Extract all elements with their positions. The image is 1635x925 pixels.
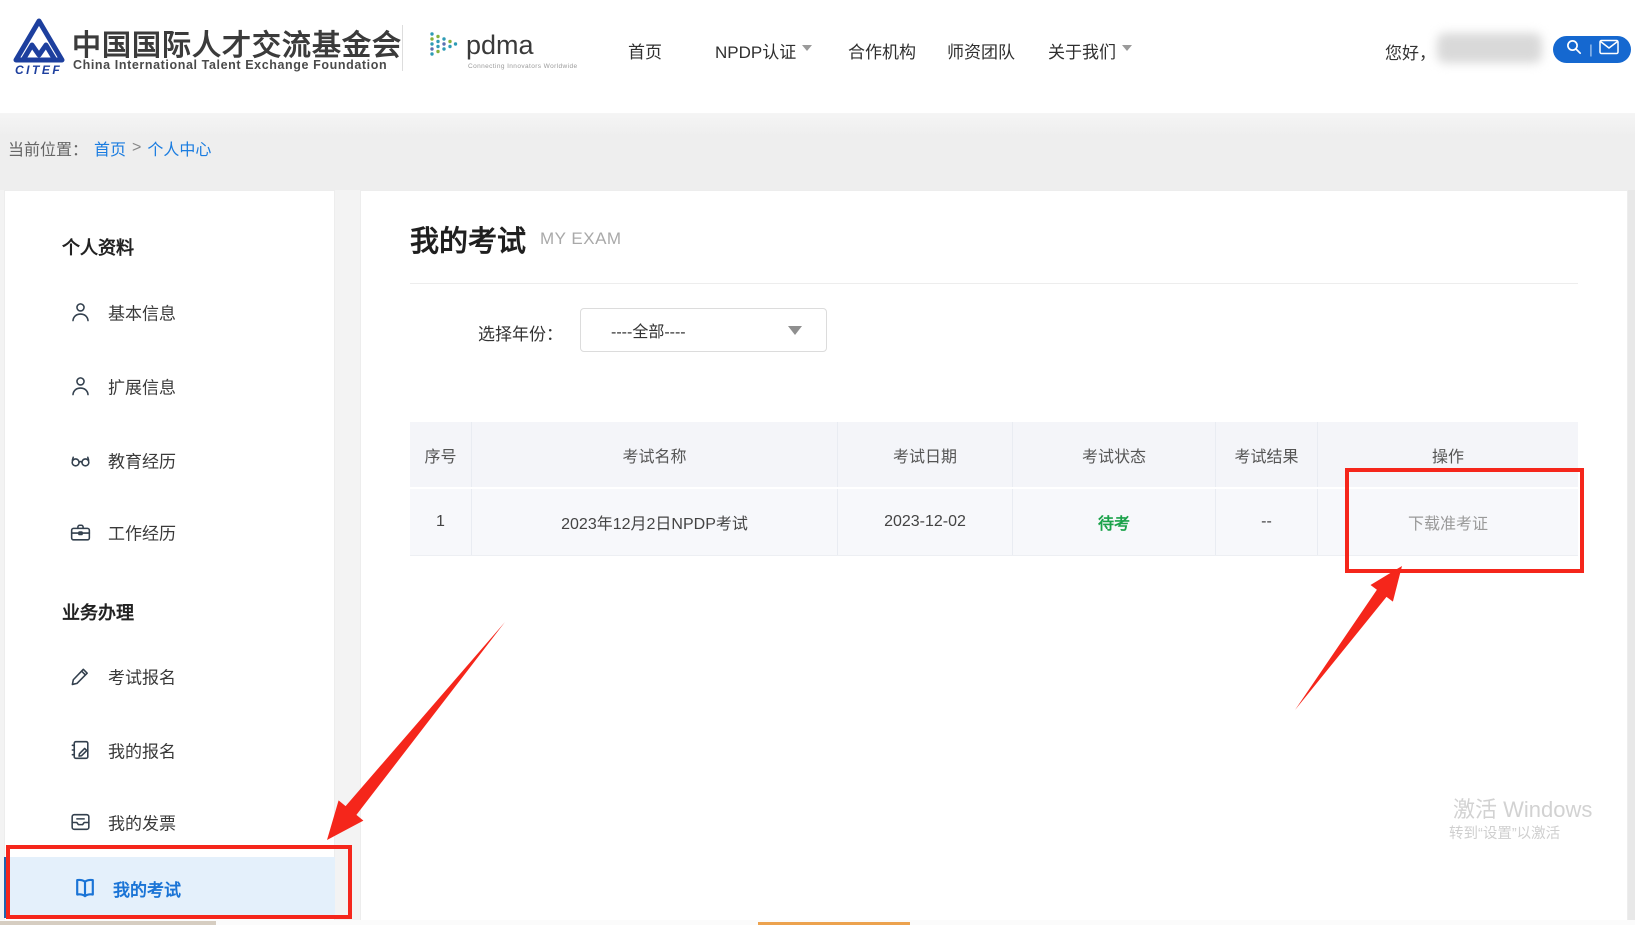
button-divider: | <box>1589 43 1592 56</box>
sidebar-item-label: 工作经历 <box>108 520 176 545</box>
sidebar-item-basic-info[interactable]: 基本信息 <box>68 300 176 325</box>
breadcrumb-home-link[interactable]: 首页 <box>94 136 126 160</box>
page: CITEF 中国国际人才交流基金会 China International Ta… <box>0 0 1635 925</box>
pdma-logo-icon <box>426 26 462 73</box>
title-divider <box>410 283 1578 284</box>
sidebar-item-exam-registration[interactable]: 考试报名 <box>68 664 176 689</box>
table-row: 1 2023年12月2日NPDP考试 2023-12-02 待考 -- 下载准考… <box>410 489 1578 556</box>
sidebar-section-profile: 个人资料 <box>62 234 134 260</box>
briefcase-icon <box>68 520 93 545</box>
nav-npdp[interactable]: NPDP认证 <box>715 38 796 63</box>
sidebar-item-education[interactable]: 教育经历 <box>68 448 176 473</box>
breadcrumb: 当前位置： 首页 > 个人中心 <box>8 136 211 160</box>
search-icon[interactable] <box>1565 38 1583 61</box>
bottom-strip-tan <box>0 921 216 925</box>
search-mail-button[interactable]: | <box>1553 36 1631 63</box>
sidebar-item-my-invoice[interactable]: 我的发票 <box>68 810 176 835</box>
col-header-index: 序号 <box>410 422 472 487</box>
nav-home[interactable]: 首页 <box>628 38 662 63</box>
sidebar-item-label: 我的考试 <box>113 876 181 901</box>
chevron-down-icon[interactable] <box>1122 45 1132 51</box>
pencil-icon <box>68 664 93 689</box>
nav-partners[interactable]: 合作机构 <box>848 38 916 63</box>
breadcrumb-label: 当前位置： <box>8 136 88 160</box>
col-header-name: 考试名称 <box>472 422 838 487</box>
sidebar-active-bar <box>4 857 10 918</box>
col-header-result: 考试结果 <box>1216 422 1318 487</box>
col-header-status: 考试状态 <box>1013 422 1216 487</box>
year-filter-label: 选择年份： <box>478 320 563 345</box>
cell-exam-date: 2023-12-02 <box>838 489 1013 555</box>
invoice-icon <box>68 810 93 835</box>
year-select[interactable]: ----全部---- <box>580 308 827 352</box>
windows-activation-watermark: 激活 Windows <box>1453 792 1592 824</box>
sidebar-section-business: 业务办理 <box>62 599 134 625</box>
mail-icon[interactable] <box>1599 39 1619 60</box>
citef-logo-icon: CITEF <box>10 18 68 76</box>
year-select-value: ----全部---- <box>611 318 686 342</box>
sidebar-item-work[interactable]: 工作经历 <box>68 520 176 545</box>
dropdown-arrow-icon <box>788 326 802 335</box>
download-admission-ticket-link[interactable]: 下载准考证 <box>1408 510 1488 534</box>
status-badge: 待考 <box>1098 510 1130 534</box>
sidebar-item-label: 基本信息 <box>108 300 176 325</box>
chevron-down-icon[interactable] <box>802 45 812 51</box>
sidebar-item-label: 我的报名 <box>108 738 176 763</box>
glasses-icon <box>68 448 93 473</box>
site-subtitle: China International Talent Exchange Foun… <box>73 58 387 72</box>
user-greeting: 您好， <box>1385 39 1436 64</box>
col-header-date: 考试日期 <box>838 422 1013 487</box>
sidebar-item-label: 考试报名 <box>108 664 176 689</box>
page-title: 我的考试 <box>410 218 526 260</box>
nav-about[interactable]: 关于我们 <box>1048 38 1116 63</box>
breadcrumb-band <box>0 113 1635 190</box>
citef-badge-text: CITEF <box>15 63 62 76</box>
user-name-redacted <box>1437 33 1542 63</box>
form-icon <box>68 738 93 763</box>
sidebar-item-label: 我的发票 <box>108 810 176 835</box>
breadcrumb-separator: > <box>132 139 141 157</box>
sidebar-item-my-registration[interactable]: 我的报名 <box>68 738 176 763</box>
pdma-tagline: Connecting Innovators Worldwide <box>468 63 577 70</box>
sidebar-item-my-exam[interactable]: 我的考试 <box>72 875 181 901</box>
user-icon <box>68 300 93 325</box>
cell-index: 1 <box>410 489 472 555</box>
sidebar-item-label: 教育经历 <box>108 448 176 473</box>
col-header-action: 操作 <box>1318 422 1578 487</box>
nav-faculty[interactable]: 师资团队 <box>947 38 1015 63</box>
cell-result: -- <box>1216 489 1318 555</box>
book-icon <box>72 875 98 901</box>
page-title-en: MY EXAM <box>540 229 622 249</box>
scrollbar-track[interactable] <box>1628 190 1635 925</box>
sidebar-item-label: 扩展信息 <box>108 374 176 399</box>
cell-exam-name: 2023年12月2日NPDP考试 <box>472 489 838 555</box>
windows-activation-hint: 转到“设置”以激活 <box>1449 822 1560 843</box>
user-icon <box>68 374 93 399</box>
header-divider <box>402 25 403 71</box>
breadcrumb-current-link[interactable]: 个人中心 <box>147 136 211 160</box>
exam-table-header: 序号 考试名称 考试日期 考试状态 考试结果 操作 <box>410 422 1578 487</box>
main-panel <box>360 190 1628 925</box>
sidebar-item-extended-info[interactable]: 扩展信息 <box>68 374 176 399</box>
pdma-name: pdma <box>466 30 534 61</box>
